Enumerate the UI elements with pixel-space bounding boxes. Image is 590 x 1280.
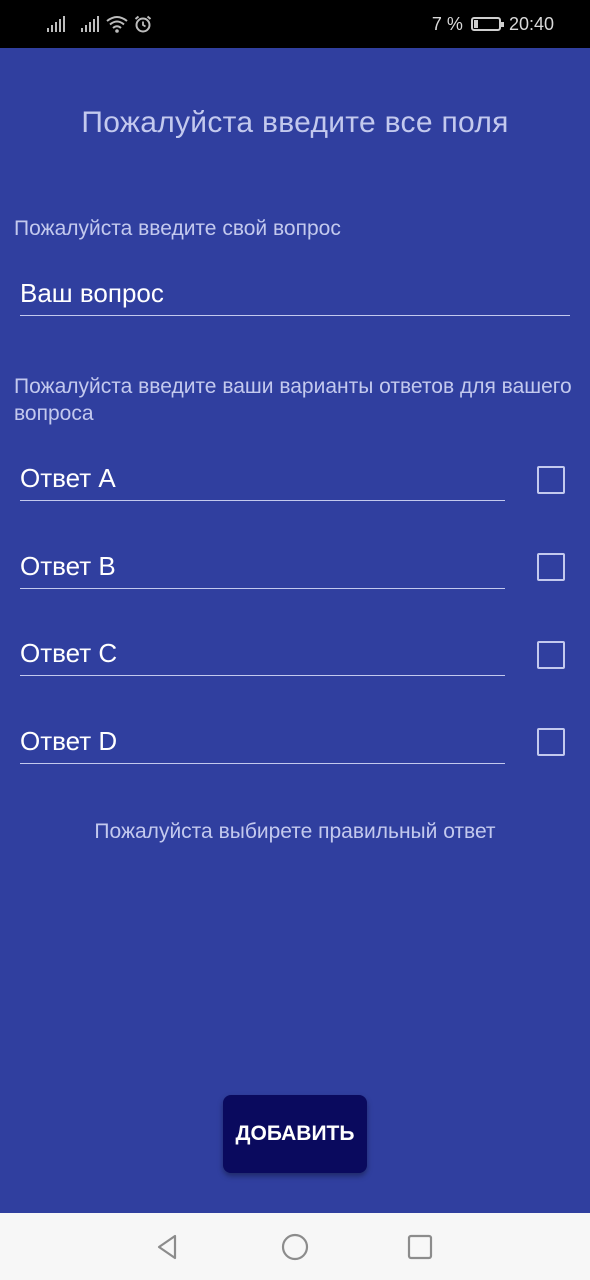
status-info-right: 7 % 20:40 [432, 12, 554, 36]
answers-label: Пожалуйста введите ваши варианты ответов… [14, 375, 572, 425]
question-label: Пожалуйста введите свой вопрос [14, 217, 341, 240]
navigation-bar [0, 1213, 590, 1280]
correct-answer-hint: Пожалуйста выбирете правильный ответ [94, 820, 496, 843]
answer-c-input[interactable] [20, 638, 505, 669]
signal-icon [47, 16, 65, 32]
answer-d-input[interactable] [20, 726, 505, 757]
battery-charging-icon [470, 17, 504, 31]
recent-apps-icon[interactable] [404, 1231, 436, 1263]
alarm-icon [134, 15, 152, 33]
screen: 7 % 20:40 Пожалуйста введите все поля По… [0, 0, 590, 1280]
page-title: Пожалуйста введите все поля [81, 106, 509, 139]
answer-d-field[interactable] [20, 720, 505, 764]
answer-c-checkbox[interactable] [537, 641, 565, 669]
answer-b-field[interactable] [20, 545, 505, 589]
home-icon[interactable] [279, 1231, 311, 1263]
clock: 20:40 [508, 13, 554, 34]
question-field[interactable] [20, 272, 570, 316]
status-bar: 7 % 20:40 [0, 0, 590, 48]
answer-b-checkbox[interactable] [537, 553, 565, 581]
answer-a-checkbox[interactable] [537, 466, 565, 494]
answer-b-input[interactable] [20, 551, 505, 582]
add-button[interactable]: ДОБАВИТЬ [223, 1095, 367, 1173]
answer-a-input[interactable] [20, 463, 505, 494]
answer-d-checkbox[interactable] [537, 728, 565, 756]
status-icons-left [46, 12, 152, 36]
battery-percent: 7 % [431, 13, 463, 34]
signal-icon [81, 16, 99, 32]
answer-c-field[interactable] [20, 632, 505, 676]
question-input[interactable] [20, 278, 570, 309]
answer-a-field[interactable] [20, 457, 505, 501]
wifi-icon [106, 16, 128, 33]
back-icon[interactable] [152, 1231, 184, 1263]
